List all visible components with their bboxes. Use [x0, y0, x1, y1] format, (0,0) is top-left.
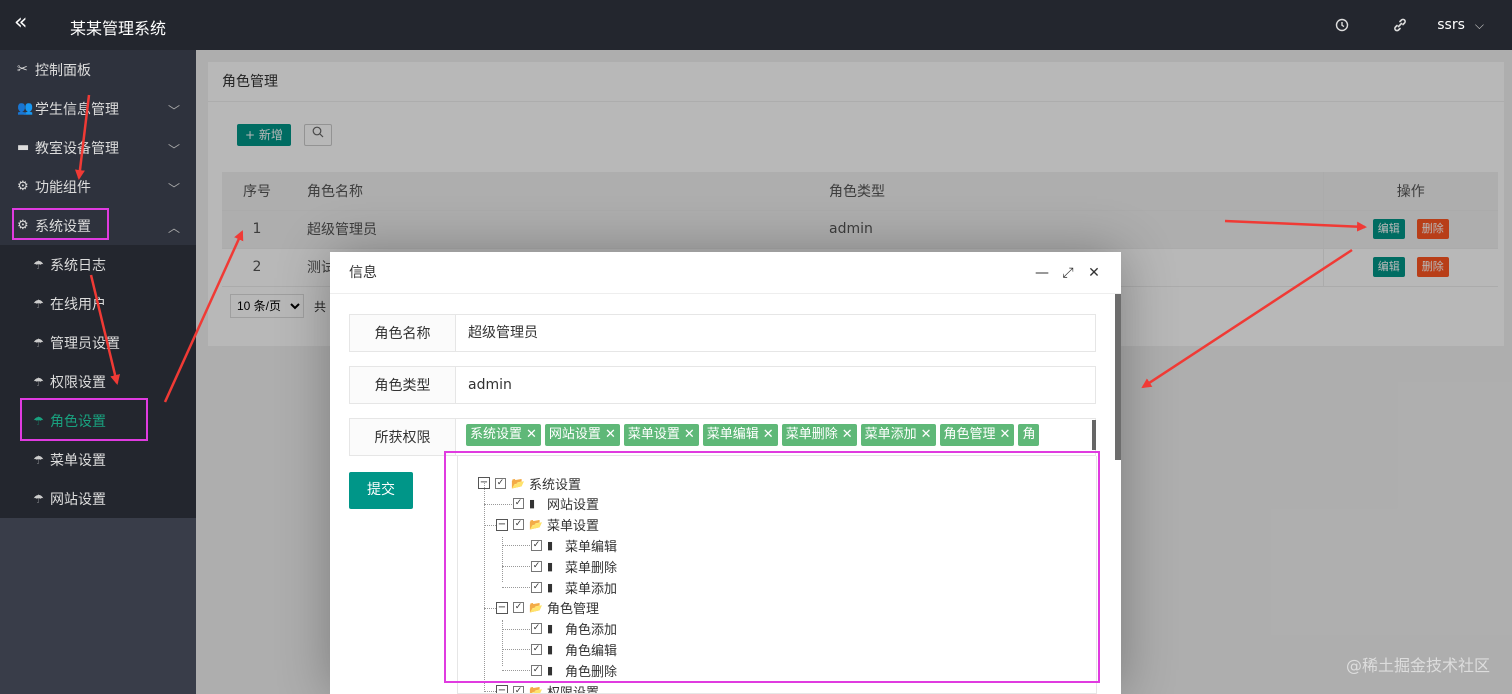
- tag-close-icon[interactable]: ✕: [1000, 427, 1011, 442]
- permission-tag: 网站设置 ✕: [544, 424, 620, 446]
- submit-button[interactable]: 提交: [349, 472, 413, 509]
- sidebar-subitem[interactable]: ☂ 在线用户: [0, 284, 196, 323]
- role-type-label: 角色类型: [349, 366, 456, 404]
- permissions-label: 所获权限: [349, 418, 456, 456]
- monitor-icon: ▬: [17, 140, 30, 155]
- dialog-header: 信息 — ⤢ ✕: [330, 252, 1121, 294]
- sidebar-subitem[interactable]: ☂ 网站设置: [0, 479, 196, 518]
- sidebar-item[interactable]: ▬ 教室设备管理 ﹀: [0, 128, 196, 167]
- leaf-icon: ☂: [33, 452, 44, 467]
- tag-close-icon[interactable]: ✕: [921, 427, 932, 442]
- collapse-toggle-icon[interactable]: −: [496, 685, 508, 693]
- double-chevron-left-icon[interactable]: «: [14, 12, 27, 34]
- watermark: @稀土掘金技术社区: [1345, 656, 1490, 675]
- chevron-down-icon: ﹀: [167, 182, 180, 196]
- permission-tag-label: 菜单添加: [864, 427, 917, 442]
- close-icon[interactable]: ✕: [1081, 252, 1107, 294]
- sidebar-item-label: 教室设备管理: [35, 140, 119, 157]
- permission-tag-label: 菜单编辑: [706, 427, 759, 442]
- permission-tag-label: 角色管理: [943, 427, 996, 442]
- app-title: 某某管理系统: [70, 19, 167, 38]
- tag-close-icon[interactable]: ✕: [684, 427, 695, 442]
- maximize-icon[interactable]: ⤢: [1055, 252, 1081, 294]
- sidebar-subitem[interactable]: ☂ 权限设置: [0, 362, 196, 401]
- chevron-down-icon: ﹀: [167, 143, 180, 157]
- folder-open-icon: 📂: [529, 684, 543, 694]
- tag-close-icon[interactable]: ✕: [842, 427, 853, 442]
- permission-tag: 菜单删除 ✕: [781, 424, 857, 446]
- leaf-icon: ☂: [33, 374, 44, 389]
- sidebar-subitem-label: 网站设置: [50, 491, 106, 508]
- permission-tag: 菜单添加 ✕: [860, 424, 936, 446]
- tree-node-label[interactable]: 权限设置: [547, 682, 599, 694]
- sidebar-subitem-label: 系统日志: [50, 257, 106, 274]
- leaf-icon: ☂: [33, 491, 44, 506]
- role-name-row: 角色名称 超级管理员: [349, 314, 1096, 352]
- sidebar-subitem[interactable]: ☂ 系统日志: [0, 245, 196, 284]
- highlight-box-permission-tree: [444, 451, 1100, 683]
- tools-icon: ✂: [17, 62, 28, 77]
- permission-tag: 角色管理 ✕: [939, 424, 1015, 446]
- sidebar-item[interactable]: 👥 学生信息管理 ﹀: [0, 89, 196, 128]
- users-icon: 👥: [17, 101, 34, 116]
- tag-close-icon[interactable]: ✕: [605, 427, 616, 442]
- link-icon[interactable]: [1371, 0, 1429, 50]
- permission-tag-label: 菜单设置: [627, 427, 680, 442]
- sidebar-item[interactable]: ⚙ 功能组件 ﹀: [0, 167, 196, 206]
- user-menu[interactable]: ssrs ⌵: [1429, 17, 1512, 33]
- tag-close-icon[interactable]: ✕: [763, 427, 774, 442]
- permission-tag-label: 角: [1022, 427, 1036, 442]
- highlight-box-role-settings: [20, 398, 148, 441]
- permission-tag-label: 系统设置: [470, 427, 523, 442]
- sidebar-item-label: 控制面板: [35, 62, 91, 79]
- role-type-row: 角色类型 admin: [349, 366, 1096, 404]
- role-name-label: 角色名称: [349, 314, 456, 352]
- dialog-scrollbar[interactable]: [1115, 294, 1121, 460]
- role-name-input[interactable]: 超级管理员: [456, 314, 1096, 352]
- dialog-title: 信息: [349, 265, 377, 281]
- chevron-down-icon: ﹀: [167, 104, 180, 118]
- permission-tag: 角: [1018, 424, 1040, 446]
- permission-tag-label: 网站设置: [548, 427, 601, 442]
- sidebar-subitem-label: 在线用户: [50, 296, 106, 313]
- sidebar-subitem[interactable]: ☂ 菜单设置: [0, 440, 196, 479]
- highlight-box-system-settings: [12, 208, 109, 240]
- sidebar-subitem[interactable]: ☂ 管理员设置: [0, 323, 196, 362]
- sidebar-subitem-label: 权限设置: [50, 374, 106, 391]
- permission-tag: 菜单设置 ✕: [623, 424, 699, 446]
- checkbox-checked-icon[interactable]: ✓: [513, 685, 524, 693]
- sidebar: ✂ 控制面板 👥 学生信息管理 ﹀ ▬ 教室设备管理 ﹀ ⚙ 功能组件 ﹀ ⚙ 系统设置 ︿ ☂ 系统日志 ☂…: [0, 50, 196, 694]
- sidebar-item-label: 学生信息管理: [35, 101, 119, 118]
- chevron-down-icon: ⌵: [1474, 17, 1484, 32]
- leaf-icon: ☂: [33, 335, 44, 350]
- sidebar-item-label: 功能组件: [35, 179, 91, 196]
- permission-tag: 系统设置 ✕: [466, 424, 541, 446]
- leaf-icon: ☂: [33, 296, 44, 311]
- tree-connector: [484, 691, 496, 692]
- chevron-up-icon: ︿: [167, 221, 180, 235]
- top-header: « 某某管理系统 ssrs ⌵: [0, 0, 1512, 50]
- permission-tag-label: 菜单删除: [785, 427, 838, 442]
- minimize-icon[interactable]: —: [1029, 252, 1055, 294]
- sidebar-subitem-label: 管理员设置: [50, 335, 120, 352]
- sidebar-subitem-label: 菜单设置: [50, 452, 106, 469]
- permission-tag: 菜单编辑 ✕: [702, 424, 778, 446]
- gear-icon: ⚙: [17, 179, 29, 194]
- user-name: ssrs: [1437, 17, 1465, 33]
- clock-icon[interactable]: [1313, 0, 1371, 50]
- role-type-input[interactable]: admin: [456, 366, 1096, 404]
- tags-scrollbar[interactable]: [1092, 420, 1096, 450]
- leaf-icon: ☂: [33, 257, 44, 272]
- sidebar-item[interactable]: ✂ 控制面板: [0, 50, 196, 89]
- tag-close-icon[interactable]: ✕: [526, 427, 537, 442]
